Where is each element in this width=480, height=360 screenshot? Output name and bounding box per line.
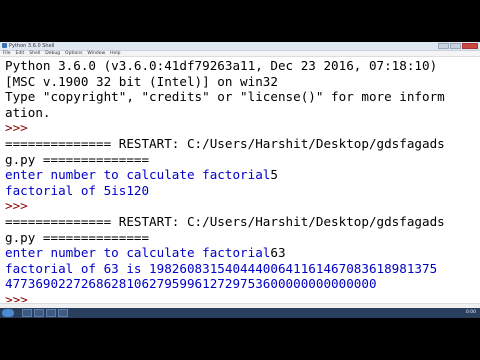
shell-prompt: >>> bbox=[5, 198, 36, 214]
restart-line: ============== RESTART: C:/Users/Harshit… bbox=[5, 213, 445, 229]
taskbar-app-button[interactable] bbox=[34, 309, 44, 317]
taskbar-app-button[interactable] bbox=[46, 309, 56, 317]
window-controls bbox=[438, 43, 478, 49]
letterbox-top bbox=[0, 0, 480, 42]
menu-shell[interactable]: Shell bbox=[29, 51, 40, 56]
menu-help[interactable]: Help bbox=[110, 51, 120, 56]
close-button[interactable] bbox=[462, 43, 478, 49]
user-input: 63 bbox=[270, 245, 286, 261]
shell-text-area[interactable]: Python 3.6.0 (v3.6.0:41df79263a11, Dec 2… bbox=[5, 58, 475, 302]
output-line: 4773690227268628106279599612729753600000… bbox=[5, 276, 377, 292]
banner-line: [MSC v.1900 32 bit (Intel)] on win32 bbox=[5, 73, 278, 89]
letterbox-bottom bbox=[0, 318, 480, 360]
output-text: enter number to calculate factorial bbox=[5, 245, 271, 261]
output-text: enter number to calculate factorial bbox=[5, 167, 271, 183]
shell-prompt: >>> bbox=[5, 291, 36, 302]
menu-debug[interactable]: Debug bbox=[45, 51, 60, 56]
start-button[interactable] bbox=[2, 309, 14, 317]
restart-line: ============== RESTART: C:/Users/Harshit… bbox=[5, 135, 445, 151]
output-line: enter number to calculate factorial63 bbox=[5, 245, 475, 261]
menu-window[interactable]: Window bbox=[87, 51, 105, 56]
minimize-button[interactable] bbox=[438, 43, 449, 49]
banner-line: Type "copyright", "credits" or "license(… bbox=[5, 89, 445, 105]
restart-line: g.py ============== bbox=[5, 229, 150, 245]
menu-options[interactable]: Options bbox=[65, 51, 82, 56]
title-bar: Python 3.6.0 Shell bbox=[0, 42, 480, 51]
banner-line: ation. bbox=[5, 104, 51, 120]
menu-bar: File Edit Shell Debug Options Window Hel… bbox=[0, 51, 480, 57]
idle-shell-window: Python 3.6.0 Shell File Edit Shell Debug… bbox=[0, 42, 480, 318]
menu-edit[interactable]: Edit bbox=[16, 51, 25, 56]
taskbar: 0:00 bbox=[0, 308, 480, 318]
python-icon bbox=[2, 43, 7, 48]
user-input: 5 bbox=[270, 167, 278, 183]
banner-line: Python 3.6.0 (v3.6.0:41df79263a11, Dec 2… bbox=[5, 58, 438, 73]
system-clock: 0:00 bbox=[465, 310, 476, 315]
output-line: enter number to calculate factorial5 bbox=[5, 167, 475, 183]
output-line: factorial of 5is120 bbox=[5, 182, 150, 198]
window-title: Python 3.6.0 Shell bbox=[9, 43, 55, 49]
taskbar-app-button[interactable] bbox=[58, 309, 68, 317]
maximize-button[interactable] bbox=[450, 43, 461, 49]
taskbar-app-button[interactable] bbox=[22, 309, 32, 317]
shell-prompt: >>> bbox=[5, 120, 36, 136]
output-line: factorial of 63 is 198260831540444006411… bbox=[5, 260, 438, 276]
menu-file[interactable]: File bbox=[3, 51, 11, 56]
restart-line: g.py ============== bbox=[5, 151, 150, 167]
